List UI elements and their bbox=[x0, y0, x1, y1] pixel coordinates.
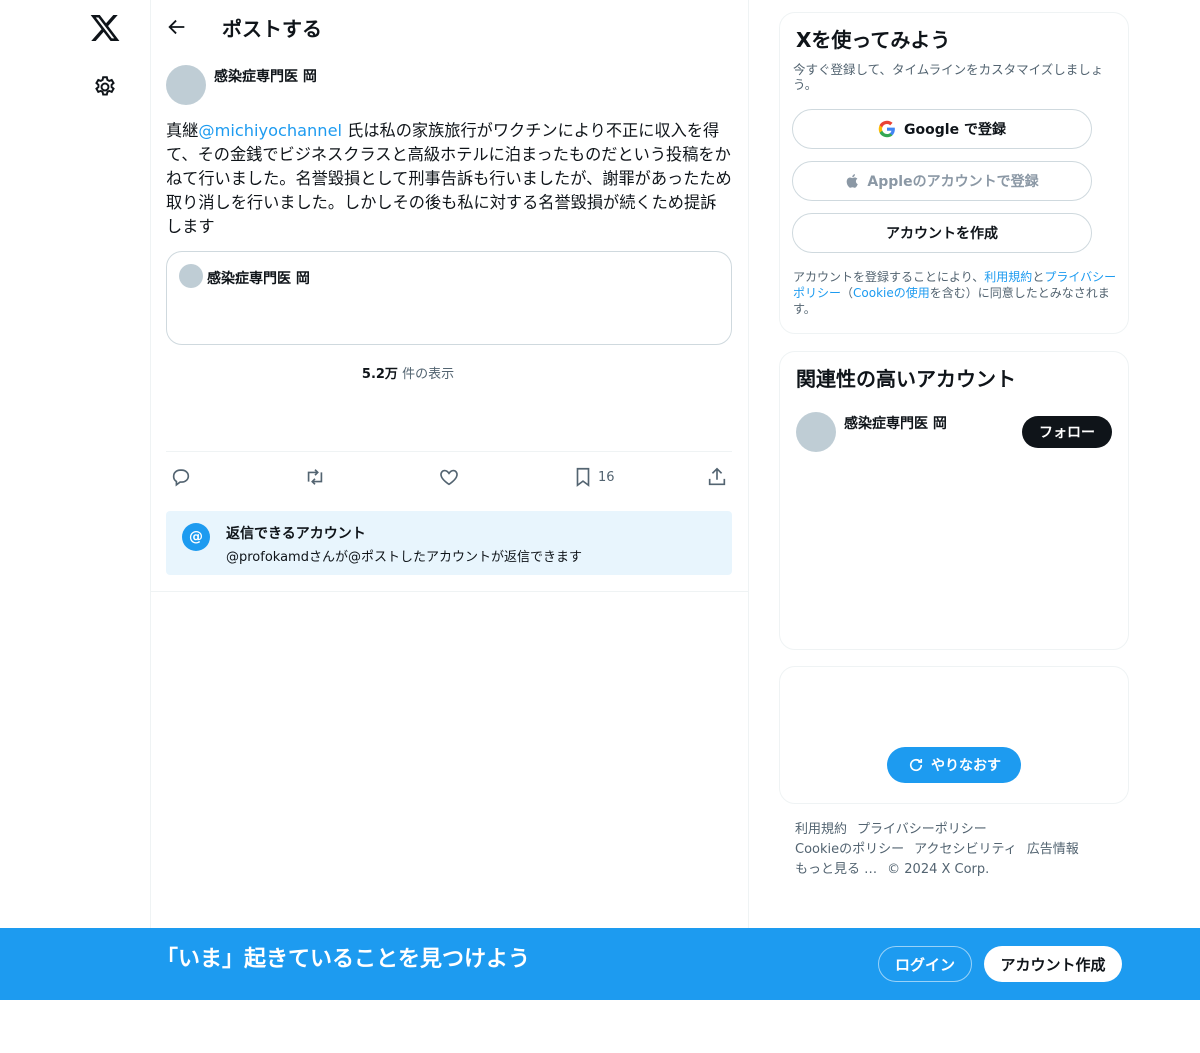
quote-author-name: 感染症専門医 岡 bbox=[207, 271, 310, 287]
view-count: 5.2万 件の表示 bbox=[150, 363, 666, 382]
quoted-post[interactable]: 感染症専門医 岡 bbox=[166, 251, 732, 345]
apple-signup-label: Appleのアカウントで登録 bbox=[867, 174, 1039, 190]
legal-text-1: アカウントを登録することにより、 bbox=[793, 270, 985, 284]
quote-avatar bbox=[179, 264, 203, 288]
banner-text: 「いま」起きていることを見つけよう bbox=[156, 947, 531, 972]
bookmark-icon[interactable] bbox=[572, 466, 594, 488]
divider bbox=[150, 591, 748, 592]
create-account-button[interactable]: アカウントを作成 bbox=[792, 213, 1092, 253]
view-count-label: 件の表示 bbox=[397, 367, 455, 382]
like-heart-icon[interactable] bbox=[438, 466, 460, 488]
footer-more-link[interactable]: もっと見る … bbox=[795, 862, 877, 877]
footer-ads-link[interactable]: 広告情報 bbox=[1027, 842, 1079, 857]
action-bar: 16 bbox=[166, 451, 732, 500]
google-signup-label: Google で登録 bbox=[904, 122, 1006, 138]
reply-restriction-notice: @ 返信できるアカウント @profokamdさんが@ポストしたアカウントが返信… bbox=[166, 511, 732, 575]
legal-notice: アカウントを登録することにより、利用規約とプライバシーポリシー（Cookieの使… bbox=[793, 269, 1123, 317]
x-logo-icon[interactable] bbox=[89, 12, 121, 44]
repost-icon[interactable] bbox=[304, 466, 326, 488]
page-title: ポストする bbox=[222, 17, 322, 41]
apple-signup-button[interactable]: Appleのアカウントで登録 bbox=[792, 161, 1092, 201]
mention-link[interactable]: @michiyochannel bbox=[198, 121, 342, 140]
gear-icon[interactable] bbox=[92, 74, 118, 100]
post-text-before: 真継 bbox=[166, 121, 199, 140]
banner-signup-button[interactable]: アカウント作成 bbox=[984, 946, 1122, 982]
google-logo-icon bbox=[878, 120, 896, 138]
reply-icon[interactable] bbox=[170, 466, 192, 488]
related-account-avatar[interactable] bbox=[796, 412, 836, 452]
signup-card-subtitle: 今すぐ登録して、タイムラインをカスタマイズしましょう。 bbox=[793, 62, 1104, 92]
footer-accessibility-link[interactable]: アクセシビリティ bbox=[914, 842, 1017, 857]
legal-text-3: （ bbox=[841, 286, 854, 300]
author-name[interactable]: 感染症専門医 岡 bbox=[214, 66, 317, 86]
bottom-signup-banner: 「いま」起きていることを見つけよう ログイン アカウント作成 bbox=[0, 928, 1200, 1000]
refresh-icon bbox=[907, 756, 925, 774]
cookie-link[interactable]: Cookieの使用 bbox=[853, 286, 930, 300]
back-arrow-icon[interactable] bbox=[166, 16, 188, 38]
follow-button[interactable]: フォロー bbox=[1022, 416, 1112, 448]
view-count-number: 5.2万 bbox=[361, 367, 398, 382]
google-signup-button[interactable]: Google で登録 bbox=[792, 109, 1092, 149]
related-accounts-title: 関連性の高いアカウント bbox=[796, 367, 1016, 391]
share-icon[interactable] bbox=[706, 466, 728, 488]
apple-logo-icon bbox=[845, 172, 861, 190]
related-account-name[interactable]: 感染症専門医 岡 bbox=[844, 413, 947, 433]
signup-card: Xを使ってみよう 今すぐ登録して、タイムラインをカスタマイズしましょう。 Goo… bbox=[779, 12, 1129, 334]
at-sign-icon: @ bbox=[182, 523, 210, 551]
reply-restriction-subtitle: @profokamdさんが@ポストしたアカウントが返信できます bbox=[226, 550, 582, 565]
sidebar-footer: 利用規約 プライバシーポリシー Cookieのポリシー アクセシビリティ 広告情報 も… bbox=[795, 820, 1125, 880]
footer-terms-link[interactable]: 利用規約 bbox=[795, 822, 847, 837]
signup-card-title: Xを使ってみよう bbox=[796, 28, 951, 52]
bookmark-count: 16 bbox=[598, 470, 615, 485]
main-column: ポストする 感染症専門医 岡 真継@michiyochannel 氏は私の家族旅… bbox=[150, 0, 749, 928]
retry-label: やりなおす bbox=[931, 758, 1001, 774]
retry-button[interactable]: やりなおす bbox=[887, 747, 1021, 783]
login-button[interactable]: ログイン bbox=[878, 946, 972, 982]
post-text: 真継@michiyochannel 氏は私の家族旅行がワクチンにより不正に収入を… bbox=[166, 119, 732, 239]
author-avatar[interactable] bbox=[166, 65, 206, 105]
legal-text-2: と bbox=[1032, 270, 1045, 284]
related-accounts-card: 関連性の高いアカウント 感染症専門医 岡 フォロー bbox=[779, 351, 1129, 650]
footer-copyright: © 2024 X Corp. bbox=[887, 862, 990, 877]
left-rail bbox=[0, 0, 151, 928]
trends-error-card: やりなおす bbox=[779, 666, 1129, 804]
footer-cookie-link[interactable]: Cookieのポリシー bbox=[795, 842, 904, 857]
terms-link[interactable]: 利用規約 bbox=[984, 270, 1032, 284]
reply-restriction-title: 返信できるアカウント bbox=[226, 526, 366, 542]
footer-privacy-link[interactable]: プライバシーポリシー bbox=[857, 822, 987, 837]
